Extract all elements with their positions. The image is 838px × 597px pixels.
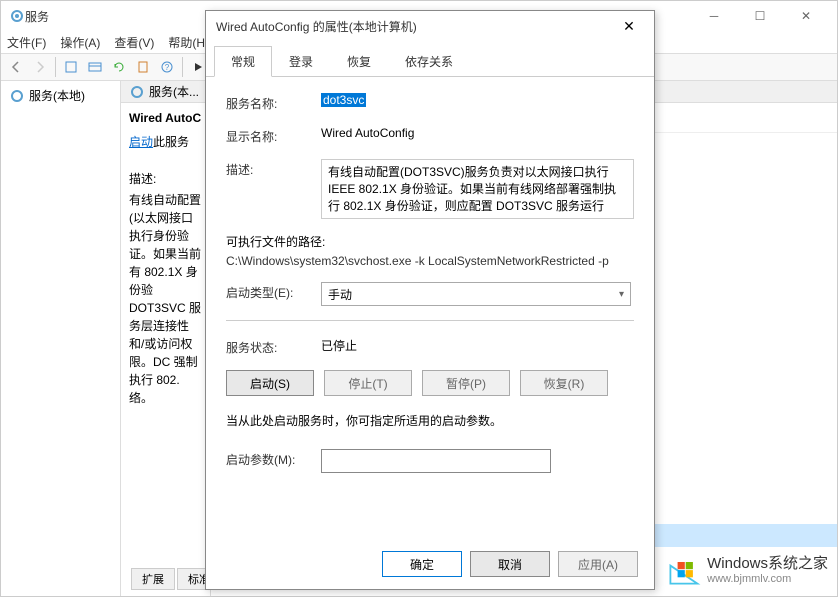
- close-button[interactable]: ✕: [783, 1, 829, 31]
- control-buttons: 启动(S) 停止(T) 暂停(P) 恢复(R): [226, 370, 634, 396]
- service-name-value[interactable]: dot3svc: [321, 93, 366, 107]
- status-value: 已停止: [321, 337, 634, 354]
- menu-action[interactable]: 操作(A): [60, 34, 100, 51]
- params-input[interactable]: [321, 449, 551, 473]
- dialog-tabs: 常规 登录 恢复 依存关系: [206, 45, 654, 77]
- maximize-button[interactable]: ☐: [737, 1, 783, 31]
- start-suffix: 此服务: [153, 135, 189, 149]
- dialog-body: 服务名称: dot3svc 显示名称: Wired AutoConfig 描述:…: [206, 77, 654, 503]
- resume-button: 恢复(R): [520, 370, 608, 396]
- ok-button[interactable]: 确定: [382, 551, 462, 577]
- description-label: 描述:: [226, 159, 321, 178]
- dialog-close-button[interactable]: ✕: [614, 18, 644, 35]
- tree-pane: 服务(本地): [1, 81, 121, 596]
- service-name-label: 服务名称:: [226, 93, 321, 112]
- gear-icon: [129, 84, 145, 100]
- minimize-button[interactable]: ─: [691, 1, 737, 31]
- separator: [182, 57, 183, 77]
- tab-general[interactable]: 常规: [214, 46, 272, 77]
- export-button[interactable]: [132, 56, 154, 78]
- exe-path-label: 可执行文件的路径:: [226, 233, 634, 250]
- toolbar-icon-1[interactable]: [60, 56, 82, 78]
- params-label: 启动参数(M):: [226, 449, 321, 468]
- help-button[interactable]: ?: [156, 56, 178, 78]
- detail-pane: Wired AutoC 启动此服务 描述: 有线自动配置 (以太网接口执行身份验…: [121, 103, 211, 596]
- cancel-button[interactable]: 取消: [470, 551, 550, 577]
- menu-file[interactable]: 文件(F): [7, 34, 46, 51]
- gear-icon: [9, 88, 25, 104]
- tab-extended[interactable]: 扩展: [131, 568, 175, 590]
- divider: [226, 320, 634, 321]
- tab-logon[interactable]: 登录: [272, 46, 330, 77]
- startup-hint: 当从此处启动服务时，你可指定所适用的启动参数。: [226, 412, 634, 429]
- watermark-line1: Windows系统之家: [707, 555, 828, 573]
- display-name-value: Wired AutoConfig: [321, 126, 634, 140]
- tab-recovery[interactable]: 恢复: [330, 46, 388, 77]
- tab-dependencies[interactable]: 依存关系: [388, 46, 470, 77]
- svg-text:?: ?: [165, 63, 170, 72]
- description-textbox[interactable]: 有线自动配置(DOT3SVC)服务负责对以太网接口执行 IEEE 802.1X …: [321, 159, 634, 219]
- watermark: Windows系统之家 www.bjmmlv.com: [665, 553, 828, 589]
- description-label: 描述:: [129, 170, 202, 187]
- watermark-text: Windows系统之家 www.bjmmlv.com: [707, 555, 828, 586]
- status-label: 服务状态:: [226, 337, 321, 356]
- back-button[interactable]: [5, 56, 27, 78]
- exe-path-value: C:\Windows\system32\svchost.exe -k Local…: [226, 254, 634, 268]
- description-text: 有线自动配置 (以太网接口执行身份验证。如果当前有 802.1X 身份验 DOT…: [129, 191, 202, 407]
- menu-help[interactable]: 帮助(H): [168, 34, 209, 51]
- apply-button: 应用(A): [558, 551, 638, 577]
- start-button[interactable]: 启动(S): [226, 370, 314, 396]
- tree-root-item[interactable]: 服务(本地): [5, 85, 116, 106]
- display-name-label: 显示名称:: [226, 126, 321, 145]
- list-header-label: 服务(本...: [149, 83, 199, 100]
- dialog-footer: 确定 取消 应用(A): [382, 551, 638, 577]
- startup-type-value: 手动: [328, 286, 352, 303]
- refresh-button[interactable]: [108, 56, 130, 78]
- toolbar-icon-2[interactable]: [84, 56, 106, 78]
- start-service-link[interactable]: 启动: [129, 135, 153, 149]
- windows-logo-icon: [665, 553, 701, 589]
- startup-type-label: 启动类型(E):: [226, 282, 321, 301]
- forward-button[interactable]: [29, 56, 51, 78]
- start-link-row: 启动此服务: [129, 133, 202, 150]
- startup-type-select[interactable]: 手动 ▾: [321, 282, 631, 306]
- dialog-titlebar: Wired AutoConfig 的属性(本地计算机) ✕: [206, 11, 654, 41]
- tree-root-label: 服务(本地): [29, 87, 85, 104]
- stop-button: 停止(T): [324, 370, 412, 396]
- services-icon: [9, 8, 25, 24]
- window-controls: ─ ☐ ✕: [691, 1, 829, 31]
- properties-dialog: Wired AutoConfig 的属性(本地计算机) ✕ 常规 登录 恢复 依…: [205, 10, 655, 590]
- dialog-title: Wired AutoConfig 的属性(本地计算机): [216, 18, 614, 35]
- pause-button: 暂停(P): [422, 370, 510, 396]
- menu-view[interactable]: 查看(V): [114, 34, 154, 51]
- chevron-down-icon: ▾: [619, 289, 624, 300]
- detail-service-name: Wired AutoC: [129, 111, 202, 125]
- watermark-line2: www.bjmmlv.com: [707, 573, 828, 586]
- description-value: 有线自动配置(DOT3SVC)服务负责对以太网接口执行 IEEE 802.1X …: [328, 165, 616, 213]
- separator: [55, 57, 56, 77]
